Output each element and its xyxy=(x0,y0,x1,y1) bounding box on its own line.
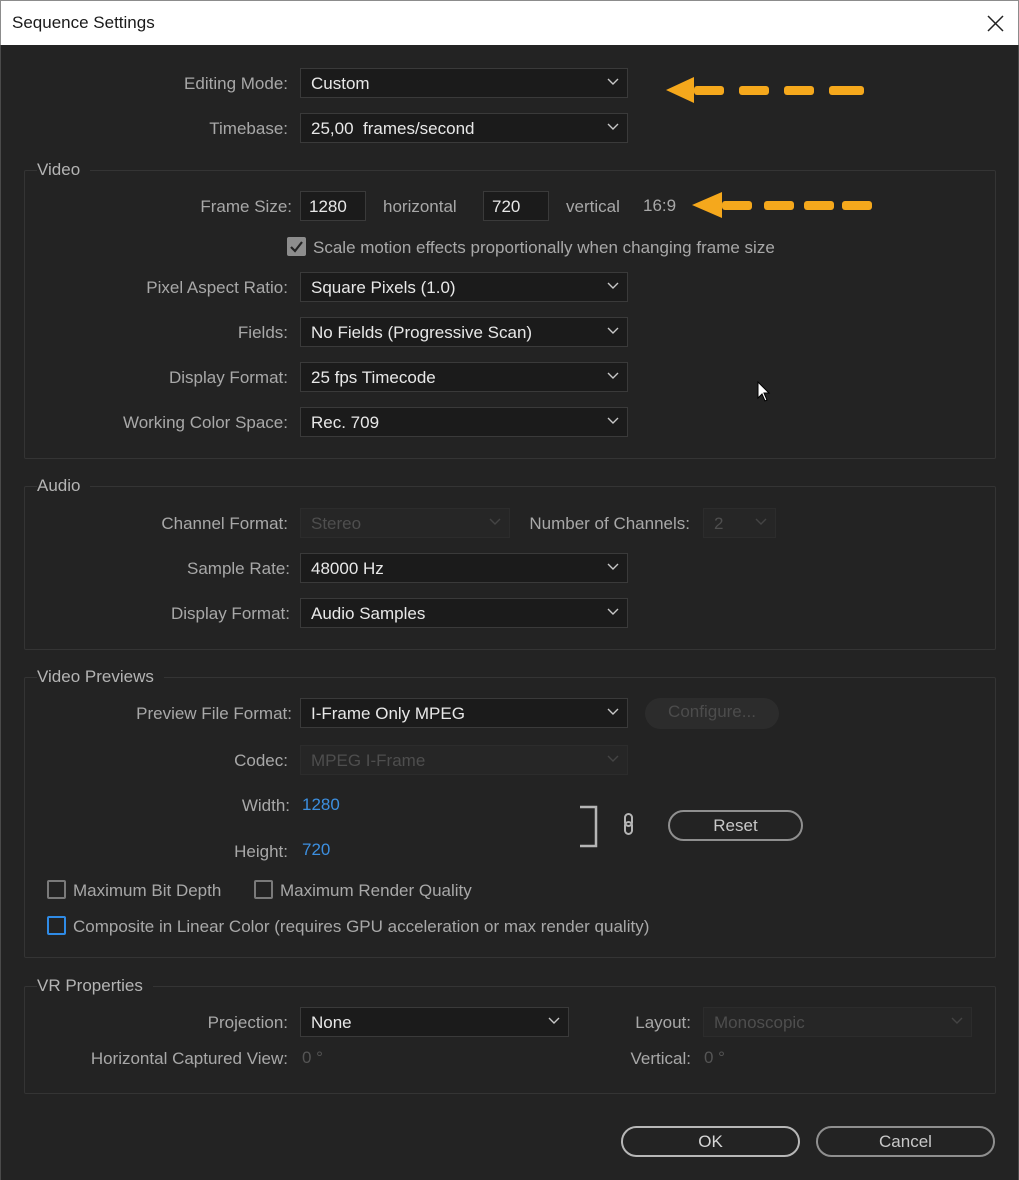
video-display-format-value: 25 fps Timecode xyxy=(311,368,436,387)
timebase-dropdown[interactable]: 25,00 frames/second xyxy=(300,113,628,143)
chevron-down-icon xyxy=(607,708,619,715)
annotation-arrow-frame-size xyxy=(692,192,872,218)
chain-link-icon[interactable] xyxy=(620,812,638,838)
chevron-down-icon xyxy=(607,282,619,289)
composite-linear-label: Composite in Linear Color (requires GPU … xyxy=(73,917,650,936)
codec-dropdown[interactable]: MPEG I-Frame xyxy=(300,745,628,775)
checkmark-icon xyxy=(290,241,303,253)
video-display-format-dropdown[interactable]: 25 fps Timecode xyxy=(300,362,628,392)
pixel-aspect-ratio-value: Square Pixels (1.0) xyxy=(311,278,456,297)
editing-mode-dropdown[interactable]: Custom xyxy=(300,68,628,98)
preview-file-format-dropdown[interactable]: I-Frame Only MPEG xyxy=(300,698,628,728)
codec-label: Codec: xyxy=(234,751,288,770)
working-color-space-dropdown[interactable]: Rec. 709 xyxy=(300,407,628,437)
title-bar: Sequence Settings xyxy=(0,0,1019,45)
pixel-aspect-ratio-label: Pixel Aspect Ratio: xyxy=(146,278,288,297)
chevron-down-icon xyxy=(607,417,619,424)
codec-value: MPEG I-Frame xyxy=(311,751,426,770)
channel-format-label: Channel Format: xyxy=(161,514,288,533)
preview-height-label: Height: xyxy=(234,842,288,861)
preview-file-format-label: Preview File Format: xyxy=(136,704,292,723)
chevron-down-icon xyxy=(607,78,619,85)
projection-value: None xyxy=(311,1013,352,1032)
chevron-down-icon xyxy=(607,755,619,762)
close-icon xyxy=(987,15,1004,32)
chevron-down-icon xyxy=(489,518,501,525)
editing-mode-value: Custom xyxy=(311,74,370,93)
sample-rate-value: 48000 Hz xyxy=(311,559,384,578)
window-title: Sequence Settings xyxy=(12,13,155,32)
aspect-ratio-text: 16:9 xyxy=(643,196,677,215)
fields-dropdown[interactable]: No Fields (Progressive Scan) xyxy=(300,317,628,347)
chevron-down-icon xyxy=(607,563,619,570)
timebase-label: Timebase: xyxy=(209,119,288,138)
horizontal-label: horizontal xyxy=(383,197,457,216)
projection-dropdown[interactable]: None xyxy=(300,1007,569,1037)
fields-label: Fields: xyxy=(237,323,288,342)
chevron-down-icon xyxy=(755,518,767,525)
audio-display-format-dropdown[interactable]: Audio Samples xyxy=(300,598,628,628)
max-render-quality-label: Maximum Render Quality xyxy=(280,881,472,900)
mouse-cursor-icon xyxy=(757,381,771,402)
max-bit-depth-label: Maximum Bit Depth xyxy=(73,881,222,900)
vertical-view-label: Vertical: xyxy=(630,1049,691,1068)
sample-rate-label: Sample Rate: xyxy=(187,559,290,578)
vertical-label: vertical xyxy=(566,197,620,216)
max-render-quality-checkbox[interactable] xyxy=(254,880,273,899)
frame-height-input[interactable]: 720 xyxy=(483,191,549,221)
chevron-down-icon xyxy=(607,372,619,379)
horizontal-captured-view-label: Horizontal Captured View: xyxy=(90,1049,288,1068)
max-bit-depth-checkbox[interactable] xyxy=(47,880,66,899)
pixel-aspect-ratio-dropdown[interactable]: Square Pixels (1.0) xyxy=(300,272,628,302)
fields-value: No Fields (Progressive Scan) xyxy=(311,323,533,342)
projection-label: Projection: xyxy=(207,1013,288,1032)
number-of-channels-label: Number of Channels: xyxy=(529,514,690,533)
chevron-down-icon xyxy=(607,123,619,130)
cancel-button[interactable]: Cancel xyxy=(816,1126,995,1157)
audio-group-title: Audio xyxy=(37,476,91,496)
channel-format-dropdown[interactable]: Stereo xyxy=(300,508,510,538)
preview-height-value[interactable]: 720 xyxy=(302,840,330,860)
number-of-channels-value: 2 xyxy=(714,514,724,533)
preview-width-value[interactable]: 1280 xyxy=(302,795,340,815)
close-button[interactable] xyxy=(978,7,1012,39)
layout-value: Monoscopic xyxy=(714,1013,805,1032)
number-of-channels-dropdown[interactable]: 2 xyxy=(703,508,776,538)
editing-mode-label: Editing Mode: xyxy=(184,74,288,93)
scale-motion-label: Scale motion effects proportionally when… xyxy=(313,238,775,257)
scale-motion-checkbox[interactable] xyxy=(287,237,306,256)
configure-button[interactable]: Configure... xyxy=(645,698,779,729)
layout-dropdown[interactable]: Monoscopic xyxy=(703,1007,972,1037)
link-bracket-icon xyxy=(580,805,598,848)
ok-button[interactable]: OK xyxy=(621,1126,800,1157)
horizontal-captured-view-value: 0 ° xyxy=(302,1048,323,1067)
working-color-space-value: Rec. 709 xyxy=(311,413,380,432)
composite-linear-checkbox[interactable] xyxy=(47,916,66,935)
frame-width-input[interactable]: 1280 xyxy=(300,191,366,221)
chevron-down-icon xyxy=(548,1017,560,1024)
frame-size-label: Frame Size: xyxy=(200,197,292,216)
chevron-down-icon xyxy=(951,1017,963,1024)
timebase-value: 25,00 frames/second xyxy=(311,119,475,138)
sample-rate-dropdown[interactable]: 48000 Hz xyxy=(300,553,628,583)
vr-properties-group xyxy=(24,986,996,1094)
video-display-format-label: Display Format: xyxy=(168,368,288,387)
chevron-down-icon xyxy=(607,327,619,334)
reset-button[interactable]: Reset xyxy=(668,810,803,841)
vertical-view-value: 0 ° xyxy=(704,1048,725,1067)
preview-width-label: Width: xyxy=(241,796,290,815)
preview-file-format-value: I-Frame Only MPEG xyxy=(311,704,465,723)
audio-display-format-label: Display Format: xyxy=(170,604,290,623)
video-group-title: Video xyxy=(37,160,91,180)
annotation-arrow-editing-mode xyxy=(666,77,864,103)
working-color-space-label: Working Color Space: xyxy=(122,413,288,432)
layout-label: Layout: xyxy=(635,1013,691,1032)
channel-format-value: Stereo xyxy=(311,514,362,533)
vr-properties-group-title: VR Properties xyxy=(37,976,153,996)
audio-display-format-value: Audio Samples xyxy=(311,604,426,623)
video-previews-group-title: Video Previews xyxy=(37,667,164,687)
chevron-down-icon xyxy=(607,608,619,615)
